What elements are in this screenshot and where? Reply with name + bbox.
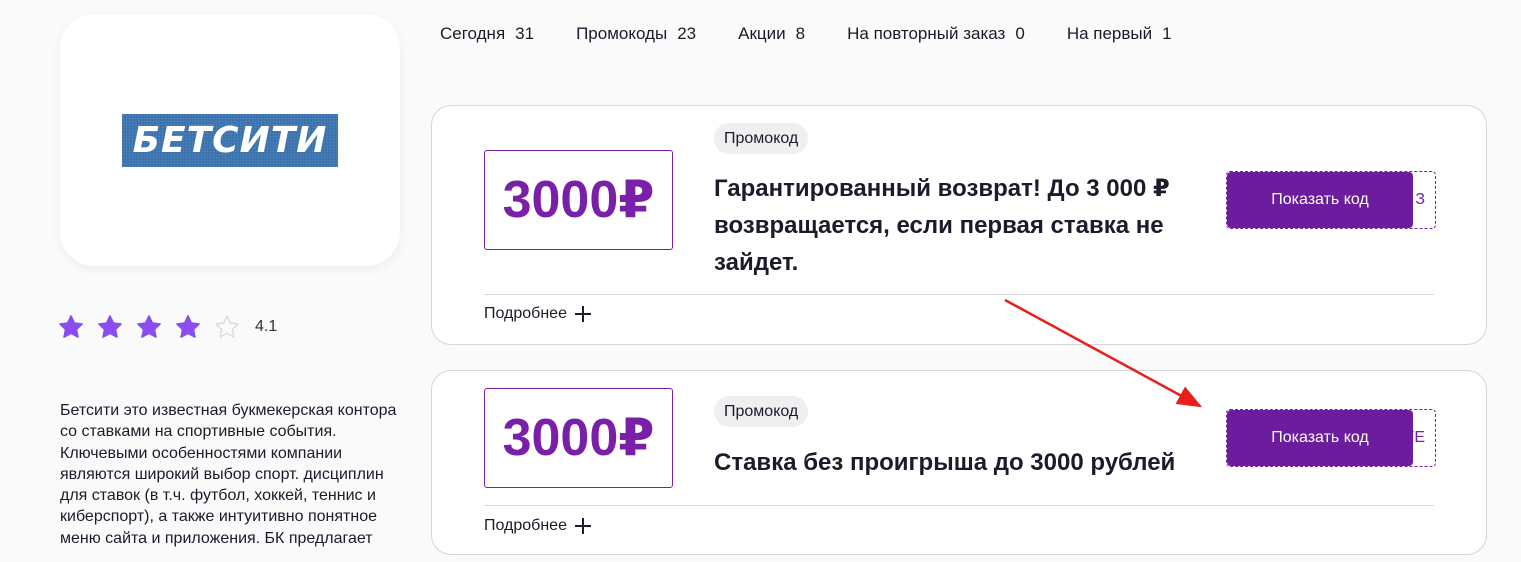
brand-logo-card: БЕТСИТИ: [60, 14, 400, 266]
filter-tabs: Сегодня 31 Промокоды 23 Акции 8 На повторны…: [440, 24, 1214, 44]
tab-label: Сегодня: [440, 24, 506, 43]
offer-card: 3000₽ Промокод Ставка без проигрыша до 3…: [431, 370, 1487, 555]
tab-count: 1: [1162, 24, 1172, 43]
tab-first-order[interactable]: На первый 1: [1067, 24, 1172, 44]
offer-type-badge: Промокод: [714, 396, 809, 427]
brand-logo-text: БЕТСИТИ: [132, 120, 328, 161]
divider: [484, 505, 1434, 506]
details-label: Подробнее: [484, 517, 567, 534]
tab-label: На повторный заказ: [847, 24, 1006, 43]
rating-value: 4.1: [255, 318, 278, 335]
tab-count: 31: [515, 24, 535, 43]
divider: [484, 294, 1434, 295]
tab-label: На первый: [1066, 24, 1153, 43]
star-icon: [59, 315, 83, 338]
brand-logo: БЕТСИТИ: [122, 114, 338, 167]
rating: 4.1: [58, 314, 277, 340]
offer-card: 3000₽ Промокод Гарантированный возврат! …: [431, 105, 1487, 345]
tab-count: 0: [1015, 24, 1025, 43]
details-label: Подробнее: [484, 305, 567, 322]
tab-label: Промокоды: [576, 24, 668, 43]
details-toggle[interactable]: Подробнее: [484, 305, 591, 323]
brand-description: Бетсити это известная букмекерская конто…: [60, 402, 397, 547]
offer-title: Ставка без проигрыша до 3000 рублей: [714, 449, 1176, 476]
star-empty-icon: [215, 315, 239, 338]
offer-amount: 3000₽: [484, 388, 673, 488]
tab-promocodes[interactable]: Промокоды 23: [576, 24, 696, 44]
star-icon: [98, 315, 122, 338]
tab-today[interactable]: Сегодня 31: [440, 24, 534, 44]
tab-count: 23: [677, 24, 697, 43]
plus-icon: [574, 306, 591, 322]
promo-code-area[interactable]: YE Показать код: [1226, 409, 1436, 467]
plus-icon: [574, 518, 591, 534]
promo-code-peek: З: [1415, 191, 1425, 208]
star-icon: [176, 315, 200, 338]
details-toggle[interactable]: Подробнее: [484, 517, 591, 535]
tab-promotions[interactable]: Акции 8: [738, 24, 805, 44]
tab-label: Акции: [738, 24, 786, 43]
offer-amount: 3000₽: [484, 150, 673, 250]
star-icon: [137, 315, 161, 338]
show-code-button[interactable]: Показать код: [1227, 410, 1413, 466]
tab-count: 8: [795, 24, 806, 43]
promo-code-area[interactable]: З Показать код: [1226, 171, 1436, 229]
offer-type-badge: Промокод: [714, 123, 809, 154]
show-code-button[interactable]: Показать код: [1227, 172, 1413, 228]
offer-title: Гарантированный возврат! До 3 000 ₽ возв…: [714, 175, 1170, 276]
tab-repeat-order[interactable]: На повторный заказ 0: [847, 24, 1025, 44]
